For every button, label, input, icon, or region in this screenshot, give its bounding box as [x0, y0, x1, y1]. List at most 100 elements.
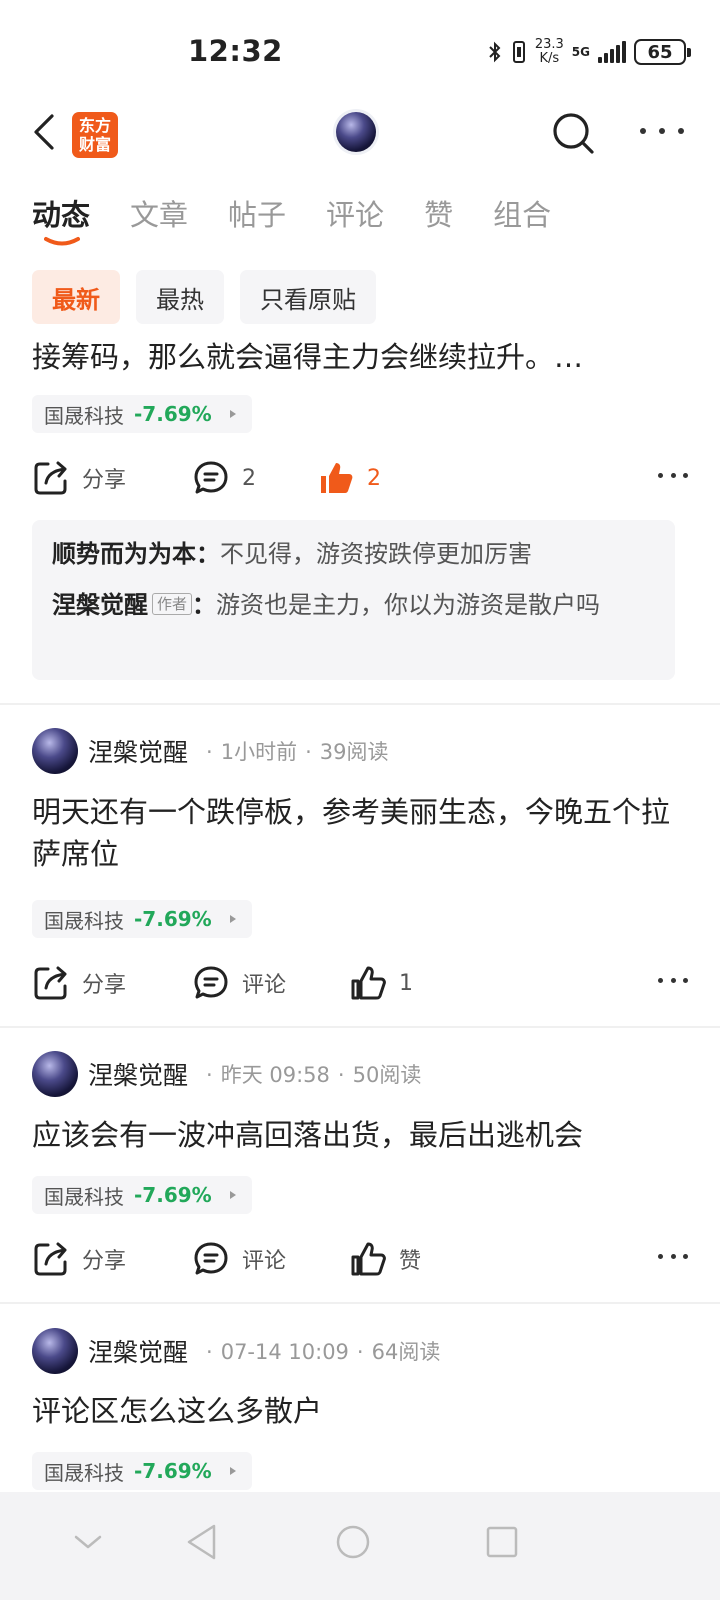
bluetooth-icon: [489, 41, 501, 63]
author-name[interactable]: 涅槃觉醒: [88, 1333, 188, 1369]
chevron-left-icon: [34, 114, 54, 150]
home-nav-button[interactable]: [323, 1512, 383, 1572]
author-name[interactable]: 涅槃觉醒: [88, 733, 188, 769]
profile-avatar[interactable]: [336, 112, 376, 152]
tab-portfolio[interactable]: 组合: [493, 192, 551, 242]
reply-item: 顺势而为为本：不见得，游资按跌停更加厉害: [52, 540, 532, 568]
tab-posts[interactable]: 帖子: [228, 192, 286, 242]
avatar[interactable]: [32, 1051, 78, 1097]
reply-user[interactable]: 顺势而为为本: [52, 540, 196, 568]
post-text[interactable]: 评论区怎么这么多散户: [32, 1390, 688, 1432]
hide-nav-button[interactable]: [58, 1512, 118, 1572]
back-triangle-icon: [187, 1524, 216, 1560]
author-badge: 作者: [152, 593, 193, 615]
post-meta: · 昨天 09:58 · 50阅读: [206, 1063, 422, 1087]
reply-preview[interactable]: 顺势而为为本：不见得，游资按跌停更加厉害 涅槃觉醒 作者 ：游资也是主力，你以为游资…: [32, 520, 675, 680]
battery-icon: 65: [634, 39, 691, 65]
caret-right-icon: [229, 915, 236, 923]
post-text[interactable]: 接筹码，那么就会逼得主力会继续拉升。…: [32, 336, 688, 378]
tab-articles[interactable]: 文章: [130, 192, 188, 242]
comment-icon: [194, 966, 228, 999]
profile-tabs: 动态 文章 帖子 评论 赞 组合: [32, 192, 591, 252]
post-header: 涅槃觉醒 · 1小时前 · 39阅读: [32, 727, 389, 775]
divider: [0, 703, 720, 705]
like-button[interactable]: 1: [349, 958, 413, 1008]
post-meta: · 07-14 10:09 · 64阅读: [206, 1340, 441, 1364]
recents-nav-button[interactable]: [472, 1512, 532, 1572]
sort-filters: 最新 最热 只看原贴: [32, 270, 376, 324]
caret-right-icon: [229, 1467, 236, 1475]
net-speed: 23.3 K/s: [534, 37, 564, 66]
comment-button[interactable]: 评论: [192, 1234, 286, 1284]
reply-user[interactable]: 涅槃觉醒: [52, 591, 148, 619]
thumbs-up-icon: [351, 966, 386, 1000]
stock-tag[interactable]: 国晟科技 -7.69%: [32, 395, 252, 433]
stock-tag[interactable]: 国晟科技 -7.69%: [32, 1176, 252, 1214]
dot: [640, 128, 646, 134]
author-name[interactable]: 涅槃觉醒: [88, 1056, 188, 1092]
stock-change: -7.69%: [134, 1183, 212, 1207]
post-text[interactable]: 明天还有一个跌停板，参考美丽生态，今晚五个拉萨席位: [32, 791, 688, 875]
signal-bars-icon: [598, 41, 626, 63]
share-icon: [34, 461, 67, 495]
share-button[interactable]: 分享: [32, 1234, 126, 1284]
stock-name: 国晟科技: [44, 1460, 124, 1485]
post-actions: 分享 评论 赞: [32, 1234, 688, 1284]
home-circle-icon: [336, 1525, 370, 1559]
reply-item: 涅槃觉醒 作者 ：游资也是主力，你以为游资是散户吗: [52, 591, 601, 619]
post-actions: 分享 2 2: [32, 453, 688, 503]
post-text[interactable]: 应该会有一波冲高回落出货，最后出逃机会: [32, 1114, 688, 1156]
filter-hottest[interactable]: 最热: [136, 270, 224, 324]
tab-likes[interactable]: 赞: [424, 192, 453, 242]
stock-change: -7.69%: [134, 1459, 212, 1483]
back-nav-button[interactable]: [172, 1512, 232, 1572]
thumbs-up-filled-icon: [321, 463, 353, 493]
stock-name: 国晟科技: [44, 403, 124, 428]
stock-name: 国晟科技: [44, 908, 124, 933]
system-nav-bar: [0, 1492, 720, 1600]
tab-comments[interactable]: 评论: [326, 192, 384, 242]
comment-icon: [194, 1242, 228, 1275]
app-logo: 东方财富: [72, 112, 118, 158]
reply-text: 游资也是主力，你以为游资是散户吗: [216, 591, 601, 619]
search-icon: [553, 113, 594, 154]
back-button[interactable]: [26, 106, 66, 156]
stock-tag[interactable]: 国晟科技 -7.69%: [32, 900, 252, 938]
dot: [659, 128, 665, 134]
like-button[interactable]: 赞: [349, 1234, 421, 1284]
search-button[interactable]: [550, 110, 598, 158]
stock-change: -7.69%: [134, 402, 212, 426]
like-button[interactable]: 2: [317, 453, 381, 503]
post-meta: · 1小时前 · 39阅读: [206, 740, 389, 764]
network-type: 5G: [571, 45, 590, 59]
post-header: 涅槃觉醒 · 07-14 10:09 · 64阅读: [32, 1327, 440, 1375]
stock-name: 国晟科技: [44, 1184, 124, 1209]
avatar[interactable]: [32, 728, 78, 774]
divider: [0, 1026, 720, 1028]
comment-button[interactable]: 2: [192, 453, 256, 503]
more-menu-button[interactable]: [640, 116, 684, 146]
recents-square-icon: [486, 1526, 518, 1558]
dot: [678, 128, 684, 134]
divider: [0, 1302, 720, 1304]
status-time: 12:32: [188, 34, 283, 68]
comment-button[interactable]: 评论: [192, 958, 286, 1008]
share-button[interactable]: 分享: [32, 453, 126, 503]
tab-dynamics[interactable]: 动态: [32, 192, 90, 246]
status-icons: 23.3 K/s 5G 65: [487, 36, 691, 68]
top-header: 东方财富: [0, 100, 720, 166]
stock-tag[interactable]: 国晟科技 -7.69%: [32, 1452, 252, 1490]
chevron-down-icon: [74, 1535, 102, 1549]
avatar[interactable]: [32, 1328, 78, 1374]
filter-latest[interactable]: 最新: [32, 270, 120, 324]
share-button[interactable]: 分享: [32, 958, 126, 1008]
filter-original-only[interactable]: 只看原贴: [240, 270, 376, 324]
post-more-button[interactable]: [658, 978, 688, 986]
post-actions: 分享 评论 1: [32, 958, 688, 1008]
caret-right-icon: [229, 1191, 236, 1199]
post-more-button[interactable]: [658, 473, 688, 481]
status-bar: 12:32 23.3 K/s 5G 65: [0, 0, 720, 100]
vibrate-phone-icon: [512, 41, 525, 63]
post-more-button[interactable]: [658, 1254, 688, 1262]
comment-icon: [194, 461, 228, 494]
